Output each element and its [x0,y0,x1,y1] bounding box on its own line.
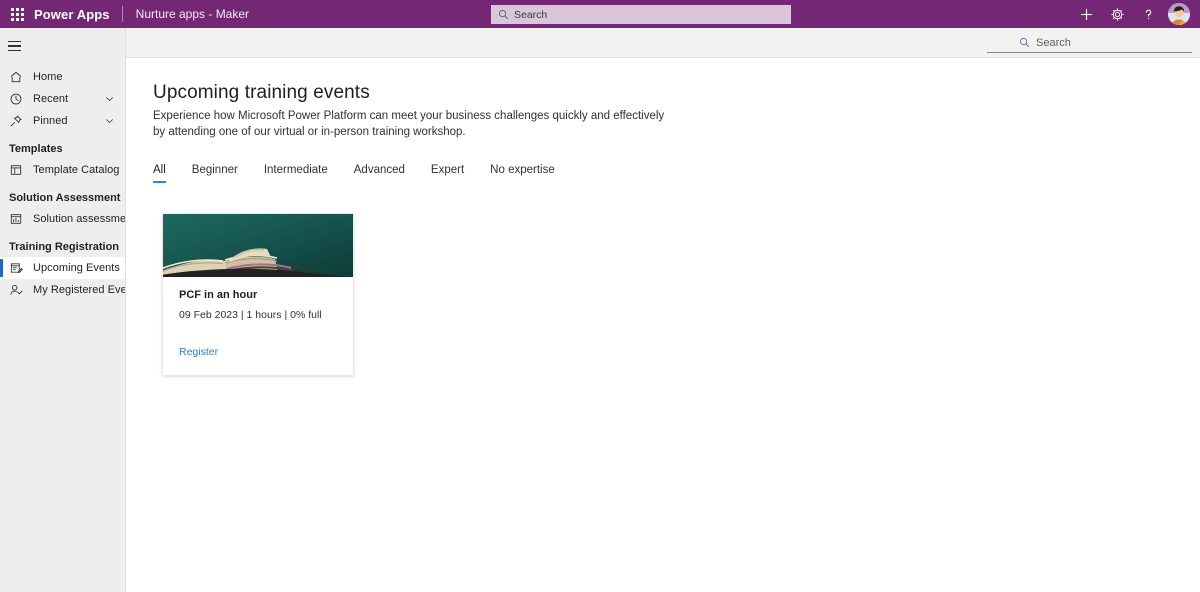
sidebar-item-home[interactable]: Home [0,66,125,88]
command-bar: Search [126,28,1200,58]
event-card-meta: 09 Feb 2023 | 1 hours | 0% full [179,309,322,321]
sidebar-item-label: Upcoming Events [33,262,120,274]
help-button[interactable] [1133,0,1164,28]
suite-actions [1071,0,1194,28]
app-name-label[interactable]: Nurture apps - Maker [123,7,249,21]
tab-no-expertise[interactable]: No expertise [490,164,555,183]
gear-icon [1111,7,1124,21]
suite-search-input[interactable]: Search [491,5,791,24]
tab-all[interactable]: All [153,164,166,183]
chevron-down-icon[interactable] [104,94,115,105]
sidebar-item-label: Solution assessment [33,213,126,225]
settings-button[interactable] [1102,0,1133,28]
event-card[interactable]: PCF in an hour 09 Feb 2023 | 1 hours | 0… [162,213,354,376]
register-link[interactable]: Register [179,346,218,358]
sidebar-item-label: My Registered Events [33,284,126,296]
hamburger-menu-button[interactable] [0,32,125,60]
app-launcher-grid [10,7,24,21]
chevron-down-icon[interactable] [104,116,115,127]
sidebar-item-label: Recent [33,93,69,105]
search-icon [1019,37,1030,48]
new-button[interactable] [1071,0,1102,28]
registered-events-icon [8,282,24,298]
event-card-body: PCF in an hour 09 Feb 2023 | 1 hours | 0… [163,277,353,321]
expertise-filter-tabs: All Beginner Intermediate Advanced Exper… [153,164,555,183]
main-content: Upcoming training events Experience how … [127,58,1200,592]
page-search-input[interactable]: Search [987,33,1192,53]
template-catalog-icon [8,162,24,178]
sidebar-item-recent[interactable]: Recent [0,88,125,110]
search-icon [498,9,509,20]
plus-icon [1081,8,1092,20]
tab-expert[interactable]: Expert [431,164,464,183]
app-launcher-icon[interactable] [0,0,34,28]
sidebar-item-label: Home [33,71,63,83]
sidebar-item-label: Template Catalog [33,164,120,176]
suite-bar: Power Apps Nurture apps - Maker Search [0,0,1200,28]
tab-advanced[interactable]: Advanced [354,164,405,183]
suite-search-placeholder: Search [514,8,548,21]
pin-icon [8,113,24,129]
event-card-title: PCF in an hour [179,289,258,301]
avatar-image [1168,3,1190,25]
sidebar-item-label: Pinned [33,115,68,127]
open-book-illustration [163,214,353,277]
sidebar-item-template-catalog[interactable]: Template Catalog [0,159,125,181]
sidebar-item-upcoming-events[interactable]: Upcoming Events [0,257,125,279]
home-icon [8,69,24,85]
event-card-image [163,214,353,277]
avatar-photo [1168,3,1190,25]
solution-assessment-icon [8,211,24,227]
sidebar-group-training-registration: Training Registration [9,241,120,253]
sidebar-group-solution-assessment: Solution Assessment [9,192,121,204]
question-icon [1145,9,1152,19]
sidebar: Home Recent Pinned Templates Template Ca… [0,28,126,592]
hamburger-icon [8,41,21,51]
tab-intermediate[interactable]: Intermediate [264,164,328,183]
page-description: Experience how Microsoft Power Platform … [153,110,665,138]
clock-icon [8,91,24,107]
sidebar-group-templates: Templates [9,143,63,155]
sidebar-item-solution-assessment[interactable]: Solution assessment [0,208,125,230]
brand-title[interactable]: Power Apps [34,7,122,22]
page-title: Upcoming training events [153,82,370,103]
page-search-placeholder: Search [1036,36,1071,49]
upcoming-events-icon [8,260,24,276]
sidebar-item-my-registered-events[interactable]: My Registered Events [0,279,125,301]
tab-beginner[interactable]: Beginner [192,164,238,183]
avatar[interactable] [1164,0,1194,28]
sidebar-item-pinned[interactable]: Pinned [0,110,125,132]
